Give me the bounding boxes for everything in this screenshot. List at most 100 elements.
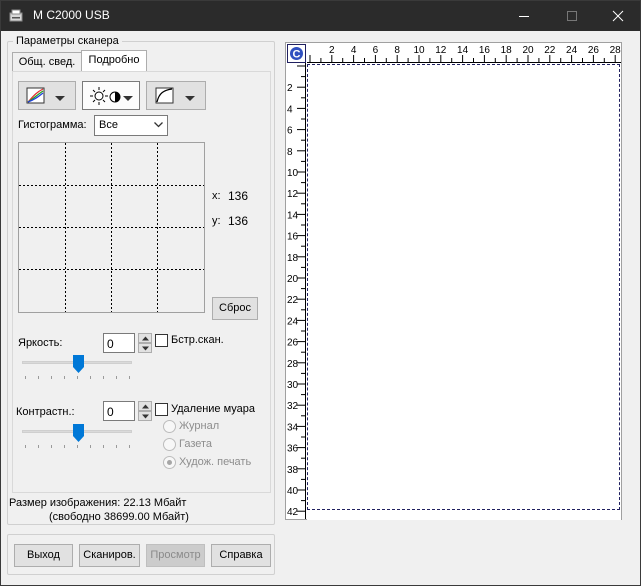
y-value: 136 (228, 214, 249, 228)
contrast-stepper[interactable] (138, 401, 152, 421)
top-ruler-label: 8 (394, 45, 400, 56)
radio-selected-dot (167, 460, 172, 465)
radio-magazine[interactable] (163, 420, 176, 433)
brightness-stepper[interactable] (138, 333, 152, 353)
contrast-slider-ticks (25, 445, 130, 448)
minimize-button[interactable] (501, 1, 547, 31)
brightness-contrast-button[interactable] (82, 81, 140, 110)
unit-toggle-label: C (293, 49, 301, 61)
top-ruler-label: 16 (479, 45, 491, 56)
contrast-input[interactable]: 0 (103, 401, 135, 421)
top-ruler-label: 12 (435, 45, 447, 56)
top-ruler-label: 14 (457, 45, 469, 56)
left-ruler-label: 28 (287, 359, 299, 370)
arrow-up-icon (142, 404, 149, 409)
histogram-label: Гистограмма: (18, 119, 87, 131)
left-ruler-label: 34 (287, 422, 299, 433)
group-title: Параметры сканера (13, 35, 122, 47)
left-ruler-label: 40 (287, 486, 299, 497)
top-ruler-label: 6 (373, 45, 379, 56)
window-title: M C2000 USB (33, 8, 110, 22)
histogram-channel-select[interactable]: Все (94, 115, 168, 136)
color-adjust-button[interactable] (18, 81, 76, 110)
left-ruler-label: 36 (287, 444, 299, 455)
top-ruler: 2 4 6 8 10 12 14 16 18 20 22 24 26 28 (307, 43, 621, 63)
quick-scan-label: Бстр.скан. (171, 334, 224, 346)
contrast-up-button[interactable] (138, 401, 152, 411)
reset-button-label: Сброс (219, 302, 251, 314)
contrast-slider-thumb[interactable] (72, 424, 84, 442)
scanner-window: M C2000 USB Параметры сканера Общ. свед.… (0, 0, 641, 586)
close-button[interactable] (595, 1, 641, 31)
radio-newspaper-label: Газета (179, 438, 213, 450)
title-bar[interactable]: M C2000 USB (1, 1, 640, 31)
arrow-up-icon (142, 336, 149, 341)
tab-general-label: Общ. свед. (18, 56, 76, 68)
left-ruler-label: 8 (287, 147, 293, 158)
brightness-up-button[interactable] (138, 333, 152, 343)
left-ruler-label: 22 (287, 295, 299, 306)
moire-removal-checkbox[interactable] (155, 403, 168, 416)
y-label: y: (212, 215, 221, 227)
scan-button-label: Сканиров. (83, 549, 136, 561)
contrast-value: 0 (107, 405, 114, 419)
tab-detailed-label: Подробно (88, 54, 140, 66)
brightness-slider-thumb[interactable] (72, 355, 84, 373)
top-ruler-label: 26 (588, 45, 600, 56)
free-space-text: (свободно 38699.00 Мбайт) (49, 511, 189, 523)
contrast-down-button[interactable] (138, 411, 152, 421)
left-ruler-label: 2 (287, 83, 293, 94)
top-ruler-label: 10 (413, 45, 425, 56)
radio-art-print[interactable] (163, 456, 176, 469)
close-icon (612, 10, 624, 22)
histogram-grid (19, 143, 204, 312)
brightness-slider-ticks (25, 376, 130, 379)
preview-bottom-strip (307, 511, 621, 520)
top-ruler-label: 18 (501, 45, 513, 56)
tab-detailed[interactable]: Подробно (81, 50, 147, 72)
left-ruler-label: 20 (287, 274, 299, 285)
scan-button[interactable]: Сканиров. (79, 544, 140, 567)
left-ruler-label: 12 (287, 189, 299, 200)
maximize-button[interactable] (549, 1, 595, 31)
scanner-app-icon (9, 9, 23, 22)
scan-area[interactable] (307, 64, 620, 510)
unit-toggle-button[interactable]: C (287, 44, 306, 63)
histogram-graph[interactable] (18, 142, 205, 313)
top-ruler-label: 4 (351, 45, 357, 56)
left-ruler-label: 10 (287, 168, 299, 179)
left-ruler-label: 26 (287, 338, 299, 349)
arrow-down-icon (142, 414, 149, 419)
brightness-label: Яркость: (18, 337, 63, 349)
tab-general[interactable]: Общ. свед. (12, 52, 82, 72)
exit-button[interactable]: Выход (14, 544, 73, 567)
left-ruler-label: 24 (287, 316, 299, 327)
preview-button-label: Просмотр (150, 549, 201, 561)
help-button-label: Справка (219, 549, 263, 561)
radio-magazine-label: Журнал (179, 420, 220, 432)
exit-button-label: Выход (27, 549, 60, 561)
tone-curve-button[interactable] (146, 81, 206, 110)
top-ruler-label: 24 (566, 45, 578, 56)
brightness-down-button[interactable] (138, 343, 152, 353)
reset-button[interactable]: Сброс (212, 297, 258, 320)
help-button[interactable]: Справка (211, 544, 271, 567)
quick-scan-checkbox[interactable] (155, 334, 168, 347)
left-ruler-label: 4 (287, 104, 293, 115)
unit-toggle-icon: C (287, 44, 306, 63)
preview-button[interactable]: Просмотр (146, 544, 205, 567)
left-ruler-label: 32 (287, 401, 299, 412)
left-ruler-label: 38 (287, 465, 299, 476)
brightness-input[interactable]: 0 (103, 333, 135, 353)
top-ruler-label: 2 (329, 45, 335, 56)
radio-art-print-label: Худож. печать (179, 456, 252, 468)
moire-removal-label: Удаление муара (171, 403, 256, 415)
chevron-down-icon (154, 122, 163, 128)
left-ruler-label: 18 (287, 253, 299, 264)
x-value: 136 (228, 189, 249, 203)
radio-newspaper[interactable] (163, 438, 176, 451)
left-ruler-label: 14 (287, 210, 299, 221)
top-ruler-label: 28 (610, 45, 621, 56)
left-ruler-label: 16 (287, 232, 299, 243)
left-ruler-label: 30 (287, 380, 299, 391)
